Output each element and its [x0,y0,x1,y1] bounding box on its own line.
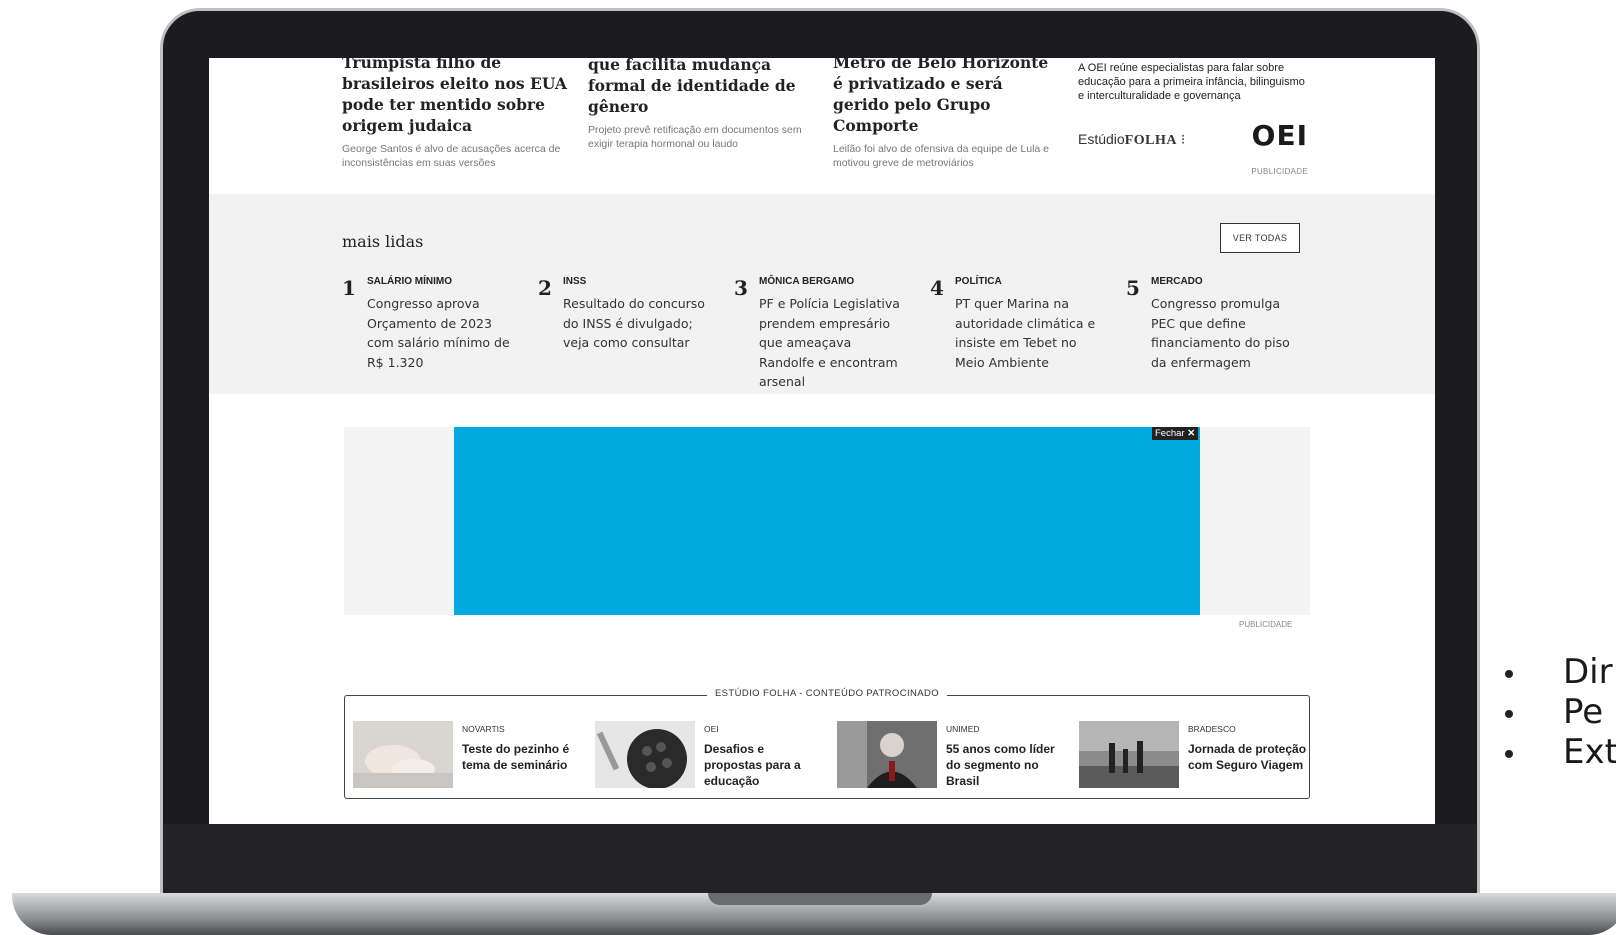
see-all-button[interactable]: VER TODAS [1220,223,1300,253]
news-title[interactable]: Trumpista filho de brasileiros eleito no… [342,58,572,136]
laptop-bezel-bottom [163,824,1477,894]
sponsored-title[interactable]: 55 anos como líder do segmento no Brasil [946,741,1066,789]
news-title[interactable]: Metrô de Belo Horizonte é privatizado e … [833,58,1063,136]
sponsored-card[interactable]: NOVARTIS Teste do pezinho é tema de semi… [353,721,585,791]
rank-number: 4 [930,276,944,300]
baby-feet-image[interactable] [353,721,453,788]
rank-number: 5 [1126,276,1140,300]
sponsored-card[interactable]: BRADESCO Jornada de proteção com Seguro … [1079,721,1311,791]
laptop-notch [708,893,932,905]
rank-number: 1 [342,276,356,300]
most-read-section: mais lidas VER TODAS 1 SALÁRIO MÍNIMO Co… [209,194,1435,394]
close-icon[interactable]: ✕ [1187,428,1195,439]
bullet-item: Pe [1505,692,1616,732]
bullet-item: Dir [1505,652,1616,692]
sponsor-brand: NOVARTIS [462,724,505,734]
executive-portrait-image[interactable] [837,721,937,788]
category-label[interactable]: POLÍTICA [955,276,1002,287]
sponsored-title[interactable]: Teste do pezinho é tema de seminário [462,741,582,773]
news-subtitle: Projeto prevê retificação em documentos … [588,124,802,150]
news-item[interactable]: que facilita mudança formal de identidad… [588,58,818,151]
sponsor-brand: BRADESCO [1188,724,1236,734]
headline[interactable]: PF e Polícia Legislativa prendem empresá… [759,294,909,392]
oei-logo: OEI [1251,119,1308,152]
headline[interactable]: Congresso aprova Orçamento de 2023 com s… [367,294,517,372]
news-title[interactable]: que facilita mudança formal de identidad… [588,58,818,117]
headline[interactable]: PT quer Marina na autoridade climática e… [955,294,1105,372]
news-subtitle: Leilão foi alvo de ofensiva da equipe de… [833,143,1049,169]
category-label[interactable]: MÔNICA BERGAMO [759,276,854,287]
sponsored-header: ESTÚDIO FOLHA - CONTEÚDO PATROCINADO [706,688,948,699]
headline[interactable]: Resultado do concurso do INSS é divulgad… [563,294,713,353]
oei-ad-text: A OEI reúne especialistas para falar sob… [1078,62,1305,102]
sponsored-title[interactable]: Jornada de proteção com Seguro Viagem [1188,741,1308,773]
oei-ad[interactable]: A OEI reúne especialistas para falar sob… [1078,61,1308,176]
sponsor-brand: OEI [704,724,719,734]
category-label[interactable]: SALÁRIO MÍNIMO [367,276,452,287]
news-item[interactable]: Trumpista filho de brasileiros eleito no… [342,58,572,170]
headline[interactable]: Congresso promulga PEC que define financ… [1151,294,1301,372]
family-beach-image[interactable] [1079,721,1179,788]
browser-screen: Trumpista filho de brasileiros eleito no… [209,58,1435,824]
close-ad-button[interactable]: Fechar ✕ [1152,427,1199,440]
sponsored-card[interactable]: UNIMED 55 anos como líder do segmento no… [837,721,1069,791]
slide-bullet-list: Dir Pe Ext [1505,652,1616,772]
category-label[interactable]: INSS [563,276,586,287]
rank-number: 3 [734,276,748,300]
bullet-item: Ext [1505,732,1616,772]
estudio-folha-logo: EstúdioFOLHA ⁝ [1078,131,1186,148]
banner-ad[interactable] [454,427,1200,615]
category-label[interactable]: MERCADO [1151,276,1203,287]
banner-ad-container: Fechar ✕ [344,427,1310,615]
sponsored-content-box: ESTÚDIO FOLHA - CONTEÚDO PATROCINADO NOV… [344,688,1311,799]
rank-number: 2 [538,276,552,300]
publicidade-label: PUBLICIDADE [1251,167,1308,176]
sponsored-card[interactable]: OEI Desafios e propostas para a educação [595,721,827,791]
publicidade-label: PUBLICIDADE [1239,620,1293,629]
sponsor-brand: UNIMED [946,724,980,734]
most-read-title: mais lidas [342,232,424,251]
news-item[interactable]: Metrô de Belo Horizonte é privatizado e … [833,58,1063,170]
sponsored-title[interactable]: Desafios e propostas para a educação [704,741,824,789]
pencils-cup-image[interactable] [595,721,695,788]
news-subtitle: George Santos é alvo de acusações acerca… [342,143,561,169]
